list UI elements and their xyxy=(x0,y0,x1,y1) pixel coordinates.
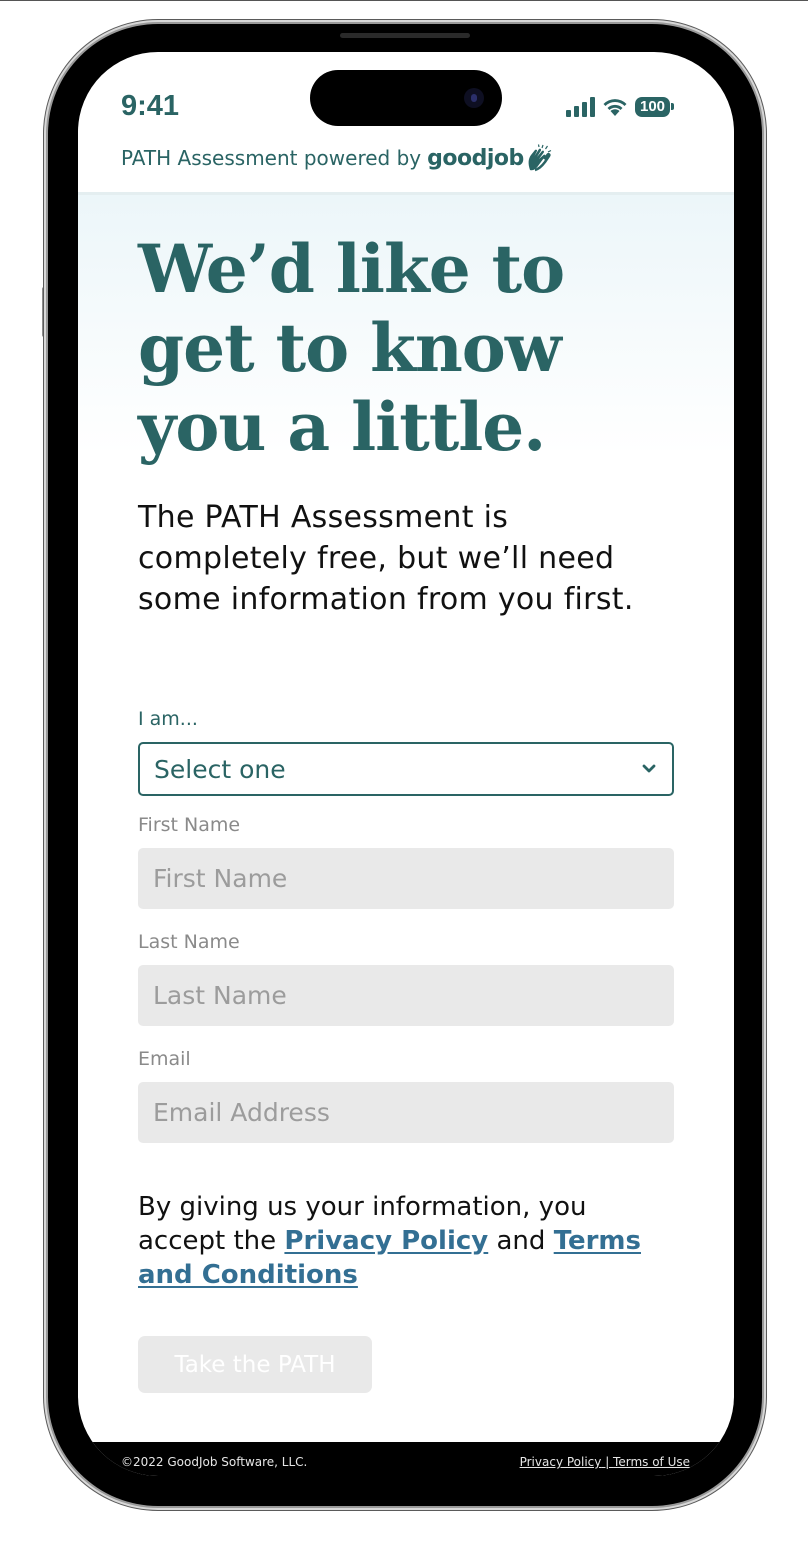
footer-terms-of-use-link[interactable]: Terms of Use xyxy=(613,1455,690,1469)
clapping-hands-icon xyxy=(528,144,552,172)
chevron-down-icon xyxy=(642,764,656,773)
first-name-field-group: First Name xyxy=(138,814,674,909)
intro-text: The PATH Assessment is completely free, … xyxy=(138,500,634,617)
top-edge-line xyxy=(0,0,808,1)
battery-level: 100 xyxy=(635,96,671,117)
goodjob-logo: goodjob xyxy=(427,145,524,171)
email-input[interactable] xyxy=(138,1082,674,1143)
consent-and: and xyxy=(488,1226,554,1256)
front-camera-icon xyxy=(464,88,484,108)
role-field-group: I am... Select one xyxy=(138,708,674,796)
earpiece-speaker xyxy=(340,33,470,38)
privacy-policy-link[interactable]: Privacy Policy xyxy=(284,1226,488,1256)
cellular-signal-icon xyxy=(566,96,595,117)
signup-form: I am... Select one First Name Last Name … xyxy=(138,708,674,1143)
status-icons: 100 xyxy=(566,96,675,117)
role-label: I am... xyxy=(138,708,198,730)
email-label: Email xyxy=(138,1048,191,1070)
footer-link-separator: | xyxy=(601,1455,614,1469)
dynamic-island xyxy=(310,70,502,126)
role-selected-value: Select one xyxy=(154,754,286,784)
first-name-label: First Name xyxy=(138,814,241,836)
consent-text: By giving us your information, you accep… xyxy=(138,1190,678,1292)
last-name-input[interactable] xyxy=(138,965,674,1026)
last-name-field-group: Last Name xyxy=(138,931,674,1026)
battery-icon: 100 xyxy=(635,96,675,117)
status-time: 9:41 xyxy=(121,90,180,122)
take-the-path-button[interactable]: Take the PATH xyxy=(138,1336,372,1393)
last-name-label: Last Name xyxy=(138,931,240,953)
footer-privacy-policy-link[interactable]: Privacy Policy xyxy=(520,1455,602,1469)
first-name-input[interactable] xyxy=(138,848,674,909)
copyright-text: ©2022 GoodJob Software, LLC. xyxy=(121,1455,308,1469)
role-select[interactable]: Select one xyxy=(138,742,674,796)
brand-bar: PATH Assessment powered by goodjob xyxy=(121,144,552,172)
page-headline: We’d like to get to know you a little. xyxy=(138,230,565,466)
footer: ©2022 GoodJob Software, LLC. Privacy Pol… xyxy=(78,1442,734,1476)
brand-prefix: PATH Assessment powered by xyxy=(121,146,422,170)
email-field-group: Email xyxy=(138,1048,674,1143)
header-divider xyxy=(78,192,734,195)
action-button xyxy=(42,287,47,337)
hero-content: We’d like to get to know you a little. T… xyxy=(138,230,678,650)
wifi-icon xyxy=(603,99,627,116)
footer-links: Privacy Policy | Terms of Use xyxy=(520,1455,690,1469)
phone-screen: 9:41 100 PATH Assessment powered by good… xyxy=(78,52,734,1476)
